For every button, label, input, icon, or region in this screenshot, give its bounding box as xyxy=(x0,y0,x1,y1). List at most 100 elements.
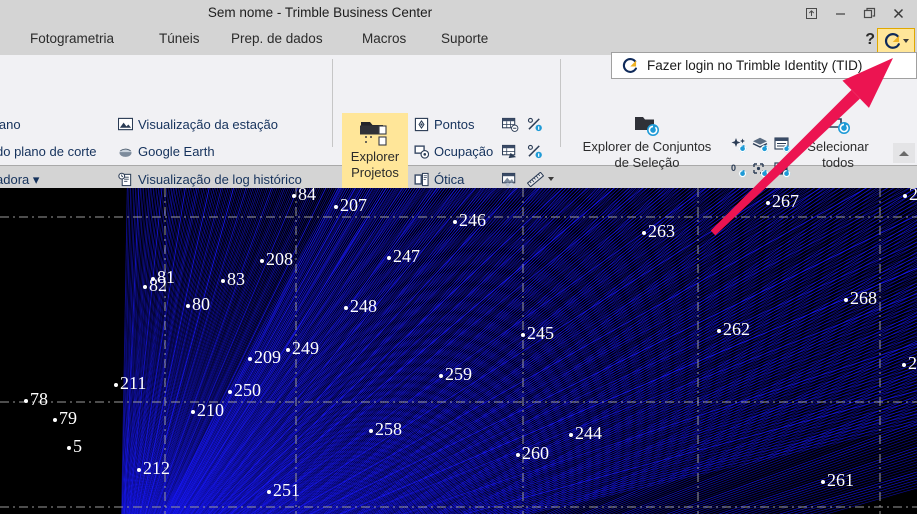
ribbon-item-plano[interactable]: lano xyxy=(0,117,21,132)
table-edit-icon xyxy=(502,117,519,132)
ribbon-collapse-button[interactable] xyxy=(893,143,915,163)
maximize-button[interactable] xyxy=(855,2,884,26)
point-label-text: 207 xyxy=(340,195,367,215)
point-label[interactable]: 208 xyxy=(260,250,293,268)
point-label[interactable]: 80 xyxy=(186,295,210,313)
point-marker xyxy=(369,429,373,433)
application-window: Sem nome - Trimble Business Center Fotog… xyxy=(0,0,917,514)
selection-tool-area[interactable] xyxy=(774,162,792,178)
point-label-text: 79 xyxy=(59,408,77,428)
ribbon-item-ocupacao[interactable]: Ocupação xyxy=(414,144,493,159)
selection-tool-list[interactable] xyxy=(774,137,792,153)
point-label[interactable]: 263 xyxy=(642,222,675,240)
point-label[interactable]: 82 xyxy=(143,276,167,294)
ruler-icon xyxy=(527,172,544,187)
selecionar-todos-button[interactable]: Selecionar todos xyxy=(792,113,884,171)
point-label-text: 211 xyxy=(120,373,147,393)
close-button[interactable] xyxy=(884,2,913,26)
explorer-projetos-button[interactable]: Explorer Projetos xyxy=(342,113,408,190)
point-label[interactable]: 259 xyxy=(439,365,472,383)
point-label-text: 244 xyxy=(575,423,602,443)
explorer-conjuntos-selecao-button[interactable]: Explorer de Conjuntos de Seleção xyxy=(568,113,726,171)
ribbon-item-google-earth[interactable]: Google Earth xyxy=(118,144,215,159)
point-label[interactable]: 5 xyxy=(67,437,82,455)
point-label[interactable]: 212 xyxy=(137,459,170,477)
point-label[interactable]: 268 xyxy=(844,289,877,307)
point-label[interactable]: 261 xyxy=(821,471,854,489)
point-label-text: 5 xyxy=(73,436,82,456)
ribbon-item-visualizacao-da-estacao[interactable]: Visualização da estação xyxy=(118,117,278,132)
point-label[interactable]: 250 xyxy=(228,381,261,399)
point-label-text: 263 xyxy=(648,221,675,241)
restore-up-button[interactable] xyxy=(797,2,826,26)
ribbon-tool-percent-info[interactable] xyxy=(527,117,544,132)
ribbon-tool-ruler-dropdown[interactable] xyxy=(548,177,554,181)
point-label[interactable]: 281 xyxy=(903,188,917,203)
point-label[interactable]: 282 xyxy=(902,354,917,372)
point-label[interactable]: 249 xyxy=(286,339,319,357)
selection-tool-layers[interactable] xyxy=(752,137,770,153)
tab-macros[interactable]: Macros xyxy=(362,31,406,46)
ribbon-tool-table-pencil[interactable] xyxy=(502,144,519,159)
point-label[interactable]: 207 xyxy=(334,196,367,214)
explorer-conjuntos-label-2: de Seleção xyxy=(614,155,680,170)
point-label[interactable]: 78 xyxy=(24,390,48,408)
tab-prep-de-dados[interactable]: Prep. de dados xyxy=(231,31,323,46)
point-label[interactable]: 79 xyxy=(53,409,77,427)
trimble-identity-button[interactable] xyxy=(877,28,915,54)
point-marker xyxy=(387,256,391,260)
tab-tuneis[interactable]: Túneis xyxy=(159,31,200,46)
point-label[interactable]: 262 xyxy=(717,320,750,338)
point-label[interactable]: 248 xyxy=(344,297,377,315)
selection-tool-zero[interactable]: 0 xyxy=(730,162,748,178)
point-label[interactable]: 244 xyxy=(569,424,602,442)
ribbon-tool-table-edit[interactable] xyxy=(502,117,519,132)
point-marker xyxy=(453,220,457,224)
help-button[interactable]: ? xyxy=(865,31,875,49)
point-marker xyxy=(717,329,721,333)
point-label[interactable]: 83 xyxy=(221,270,245,288)
tab-suporte[interactable]: Suporte xyxy=(441,31,488,46)
minimize-button[interactable] xyxy=(826,2,855,26)
ribbon-item-visualizacao-log-historico[interactable]: Visualização de log histórico xyxy=(118,172,302,187)
ribbon-tool-raster[interactable] xyxy=(502,172,519,187)
ribbon-item-plano-de-corte[interactable]: do plano de corte xyxy=(0,144,96,159)
point-label[interactable]: 246 xyxy=(453,211,486,229)
point-label[interactable]: 267 xyxy=(766,192,799,210)
selection-tool-bbox[interactable] xyxy=(752,162,770,178)
ribbon-tool-percent-info-2[interactable] xyxy=(527,144,544,159)
zero-select-icon: 0 xyxy=(731,163,747,178)
point-label-text: 245 xyxy=(527,323,554,343)
point-label-text: 210 xyxy=(197,400,224,420)
ribbon-item-pontos[interactable]: Pontos xyxy=(414,117,474,132)
point-marker xyxy=(766,201,770,205)
graphics-viewport[interactable]: 8420724626326728120824781828380248245262… xyxy=(0,188,917,514)
point-label[interactable]: 258 xyxy=(369,420,402,438)
tab-fotogrametria[interactable]: Fotogrametria xyxy=(30,31,114,46)
point-marker xyxy=(344,306,348,310)
point-label-text: 262 xyxy=(723,319,750,339)
point-label[interactable]: 245 xyxy=(521,324,554,342)
point-marker xyxy=(191,410,195,414)
point-label[interactable]: 84 xyxy=(292,188,316,203)
point-label[interactable]: 209 xyxy=(248,348,281,366)
group-separator xyxy=(560,59,561,147)
ribbon-item-label: Visualização da estação xyxy=(138,117,278,132)
point-label[interactable]: 211 xyxy=(114,374,146,392)
ribbon-tool-ruler[interactable] xyxy=(527,172,544,187)
ribbon-item-label: Visualização de log histórico xyxy=(138,172,302,187)
chevron-down-icon xyxy=(902,39,909,43)
point-label-text: 209 xyxy=(254,347,281,367)
point-label[interactable]: 260 xyxy=(516,444,549,462)
selection-set-explorer-icon xyxy=(635,117,659,136)
ribbon-item-otica[interactable]: Ótica xyxy=(414,172,464,187)
selection-tool-sparkle[interactable] xyxy=(730,137,748,153)
point-label[interactable]: 251 xyxy=(267,481,300,499)
point-marker xyxy=(334,205,338,209)
point-label[interactable]: 210 xyxy=(191,401,224,419)
point-label[interactable]: 247 xyxy=(387,247,420,265)
point-label-text: 282 xyxy=(908,353,917,373)
ribbon-item-adora-dropdown[interactable]: adora ▾ xyxy=(0,172,39,188)
point-label-text: 212 xyxy=(143,458,170,478)
selecionar-todos-label-1: Selecionar xyxy=(807,139,869,154)
